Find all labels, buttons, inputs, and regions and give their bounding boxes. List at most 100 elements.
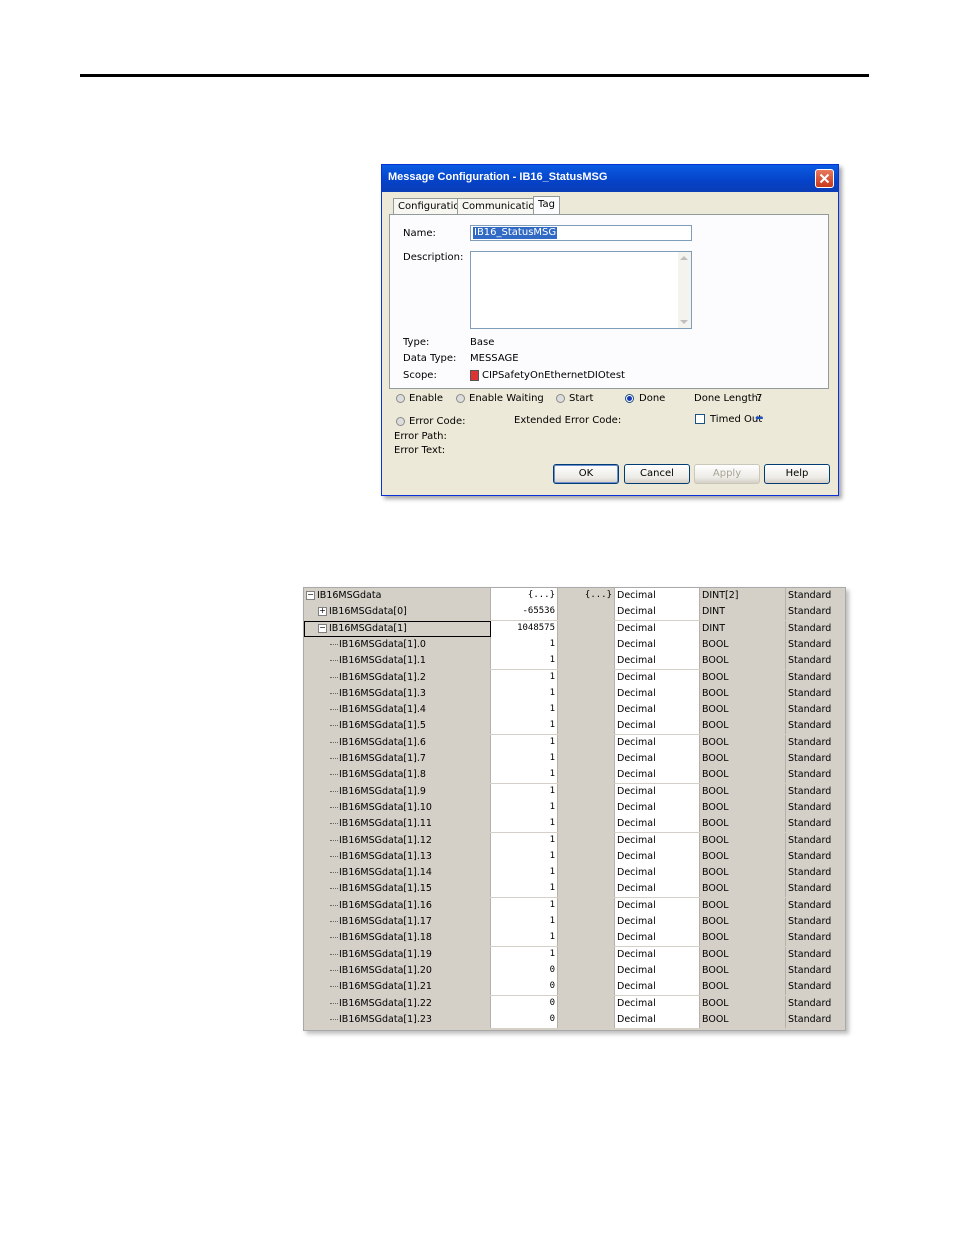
scroll-up-icon[interactable] bbox=[680, 256, 688, 260]
tag-style-cell[interactable]: Decimal bbox=[615, 588, 700, 604]
tag-style-cell[interactable]: Decimal bbox=[615, 685, 700, 702]
tag-value-cell[interactable]: {...} bbox=[491, 588, 558, 604]
tag-style-cell[interactable]: Decimal bbox=[615, 1011, 700, 1028]
tag-name-cell: IB16MSGdata[1].18 bbox=[304, 930, 491, 947]
tag-value-cell[interactable]: 1 bbox=[491, 767, 558, 784]
table-row[interactable]: IB16MSGdata[1].20 0 Decimal BOOL Standard bbox=[304, 962, 845, 979]
tag-style-cell[interactable]: Decimal bbox=[615, 669, 700, 686]
collapse-icon[interactable]: − bbox=[306, 591, 315, 600]
arrow-icon: ⬅ bbox=[755, 413, 764, 424]
tag-value-cell[interactable]: 1 bbox=[491, 783, 558, 800]
tag-value-cell[interactable]: 1 bbox=[491, 914, 558, 930]
tag-value-cell[interactable]: 0 bbox=[491, 1011, 558, 1028]
tag-style-cell[interactable]: Decimal bbox=[615, 751, 700, 767]
table-row[interactable]: − IB16MSGdata[1] 1048575 Decimal DINT Standar… bbox=[304, 620, 845, 637]
cancel-button[interactable]: Cancel bbox=[624, 464, 690, 484]
tag-value-cell[interactable]: 1 bbox=[491, 897, 558, 914]
table-row[interactable]: IB16MSGdata[1].7 1 Decimal BOOL Standard bbox=[304, 751, 845, 767]
tag-value-cell[interactable]: 1 bbox=[491, 865, 558, 882]
tag-style-cell[interactable]: Decimal bbox=[615, 604, 700, 621]
table-row[interactable]: IB16MSGdata[1].19 1 Decimal BOOL Standard bbox=[304, 946, 845, 963]
table-row[interactable]: IB16MSGdata[1].12 1 Decimal BOOL Standard bbox=[304, 832, 845, 849]
table-row[interactable]: IB16MSGdata[1].5 1 Decimal BOOL Standard bbox=[304, 718, 845, 735]
tag-style-cell[interactable]: Decimal bbox=[615, 734, 700, 751]
scroll-down-icon[interactable] bbox=[680, 320, 688, 324]
table-row[interactable]: IB16MSGdata[1].8 1 Decimal BOOL Standard bbox=[304, 767, 845, 784]
tag-style-cell[interactable]: Decimal bbox=[615, 799, 700, 816]
tag-value-cell[interactable]: 1 bbox=[491, 832, 558, 849]
ok-button[interactable]: OK bbox=[553, 464, 619, 484]
tag-value-cell[interactable]: 1 bbox=[491, 946, 558, 963]
tag-value-cell[interactable]: -65536 bbox=[491, 604, 558, 621]
tab-tag[interactable]: Tag bbox=[533, 196, 560, 215]
table-row[interactable]: IB16MSGdata[1].22 0 Decimal BOOL Standard bbox=[304, 995, 845, 1012]
tag-value-cell[interactable]: 1 bbox=[491, 734, 558, 751]
type-value: Base bbox=[470, 337, 495, 348]
name-field[interactable]: IB16_StatusMSG bbox=[470, 225, 692, 241]
tag-style-cell[interactable]: Decimal bbox=[615, 816, 700, 833]
table-row[interactable]: IB16MSGdata[1].3 1 Decimal BOOL Standard bbox=[304, 685, 845, 702]
table-row[interactable]: + IB16MSGdata[0] -65536 Decimal DINT Standard bbox=[304, 604, 845, 621]
table-row[interactable]: IB16MSGdata[1].23 0 Decimal BOOL Standard bbox=[304, 1011, 845, 1028]
tag-value-cell[interactable]: 1 bbox=[491, 669, 558, 686]
tag-value-cell[interactable]: 0 bbox=[491, 962, 558, 979]
tag-style-cell[interactable]: Decimal bbox=[615, 767, 700, 784]
table-row[interactable]: IB16MSGdata[1].9 1 Decimal BOOL Standard bbox=[304, 783, 845, 800]
timed-out-checkbox[interactable] bbox=[695, 414, 705, 424]
close-button[interactable] bbox=[815, 169, 834, 188]
tag-value-cell[interactable]: 1 bbox=[491, 653, 558, 670]
tag-style-cell[interactable]: Decimal bbox=[615, 962, 700, 979]
tag-value-cell[interactable]: 1 bbox=[491, 881, 558, 898]
tag-value-cell[interactable]: 1 bbox=[491, 636, 558, 653]
tag-style-cell[interactable]: Decimal bbox=[615, 979, 700, 996]
table-row[interactable]: IB16MSGdata[1].6 1 Decimal BOOL Standard bbox=[304, 734, 845, 751]
table-row[interactable]: IB16MSGdata[1].10 1 Decimal BOOL Standard bbox=[304, 799, 845, 816]
tag-style-cell[interactable]: Decimal bbox=[615, 897, 700, 914]
table-row[interactable]: IB16MSGdata[1].0 1 Decimal BOOL Standard bbox=[304, 636, 845, 653]
tag-style-cell[interactable]: Decimal bbox=[615, 865, 700, 882]
tag-style-cell[interactable]: Decimal bbox=[615, 783, 700, 800]
tag-style-cell[interactable]: Decimal bbox=[615, 620, 700, 637]
table-row[interactable]: IB16MSGdata[1].2 1 Decimal BOOL Standard bbox=[304, 669, 845, 686]
tag-value-cell[interactable]: 1048575 bbox=[491, 620, 558, 637]
tag-value-cell[interactable]: 0 bbox=[491, 995, 558, 1012]
expand-icon[interactable]: + bbox=[318, 607, 327, 617]
tag-value-cell[interactable]: 1 bbox=[491, 930, 558, 947]
tag-style-cell[interactable]: Decimal bbox=[615, 881, 700, 898]
tag-style-cell[interactable]: Decimal bbox=[615, 995, 700, 1012]
tag-value-cell[interactable]: 1 bbox=[491, 685, 558, 702]
description-label: Description: bbox=[403, 252, 464, 263]
tag-style-cell[interactable]: Decimal bbox=[615, 718, 700, 735]
tag-style-cell[interactable]: Decimal bbox=[615, 914, 700, 930]
tag-style-cell[interactable]: Decimal bbox=[615, 930, 700, 947]
help-button[interactable]: Help bbox=[764, 464, 830, 484]
description-scrollbar[interactable] bbox=[678, 252, 691, 328]
tag-style-cell[interactable]: Decimal bbox=[615, 653, 700, 670]
table-row[interactable]: IB16MSGdata[1].15 1 Decimal BOOL Standard bbox=[304, 881, 845, 898]
tag-style-cell[interactable]: Decimal bbox=[615, 946, 700, 963]
description-field[interactable] bbox=[470, 251, 692, 329]
tag-style-cell[interactable]: Decimal bbox=[615, 702, 700, 719]
tag-value-cell[interactable]: 1 bbox=[491, 702, 558, 719]
tag-style-cell[interactable]: Decimal bbox=[615, 832, 700, 849]
table-row[interactable]: IB16MSGdata[1].21 0 Decimal BOOL Standard bbox=[304, 979, 845, 996]
dialog-titlebar[interactable]: Message Configuration - IB16_StatusMSG bbox=[382, 165, 838, 192]
table-row[interactable]: IB16MSGdata[1].4 1 Decimal BOOL Standard bbox=[304, 702, 845, 719]
tag-value-cell[interactable]: 1 bbox=[491, 751, 558, 767]
tag-value-cell[interactable]: 1 bbox=[491, 799, 558, 816]
table-row[interactable]: IB16MSGdata[1].13 1 Decimal BOOL Standard bbox=[304, 848, 845, 865]
table-row[interactable]: IB16MSGdata[1].1 1 Decimal BOOL Standard bbox=[304, 653, 845, 670]
table-row[interactable]: IB16MSGdata[1].16 1 Decimal BOOL Standard bbox=[304, 897, 845, 914]
table-row[interactable]: IB16MSGdata[1].11 1 Decimal BOOL Standard bbox=[304, 816, 845, 833]
apply-button[interactable]: Apply bbox=[694, 464, 760, 484]
table-row[interactable]: IB16MSGdata[1].17 1 Decimal BOOL Standard bbox=[304, 914, 845, 930]
table-row[interactable]: IB16MSGdata[1].18 1 Decimal BOOL Standard bbox=[304, 930, 845, 947]
table-row[interactable]: IB16MSGdata[1].14 1 Decimal BOOL Standard bbox=[304, 865, 845, 882]
tag-style-cell[interactable]: Decimal bbox=[615, 848, 700, 865]
tag-value-cell[interactable]: 1 bbox=[491, 816, 558, 833]
tag-value-cell[interactable]: 0 bbox=[491, 979, 558, 996]
tag-value-cell[interactable]: 1 bbox=[491, 718, 558, 735]
tag-value-cell[interactable]: 1 bbox=[491, 848, 558, 865]
tag-style-cell[interactable]: Decimal bbox=[615, 636, 700, 653]
table-row[interactable]: − IB16MSGdata {...} {...} Decimal DINT[2] Stan… bbox=[304, 588, 845, 604]
